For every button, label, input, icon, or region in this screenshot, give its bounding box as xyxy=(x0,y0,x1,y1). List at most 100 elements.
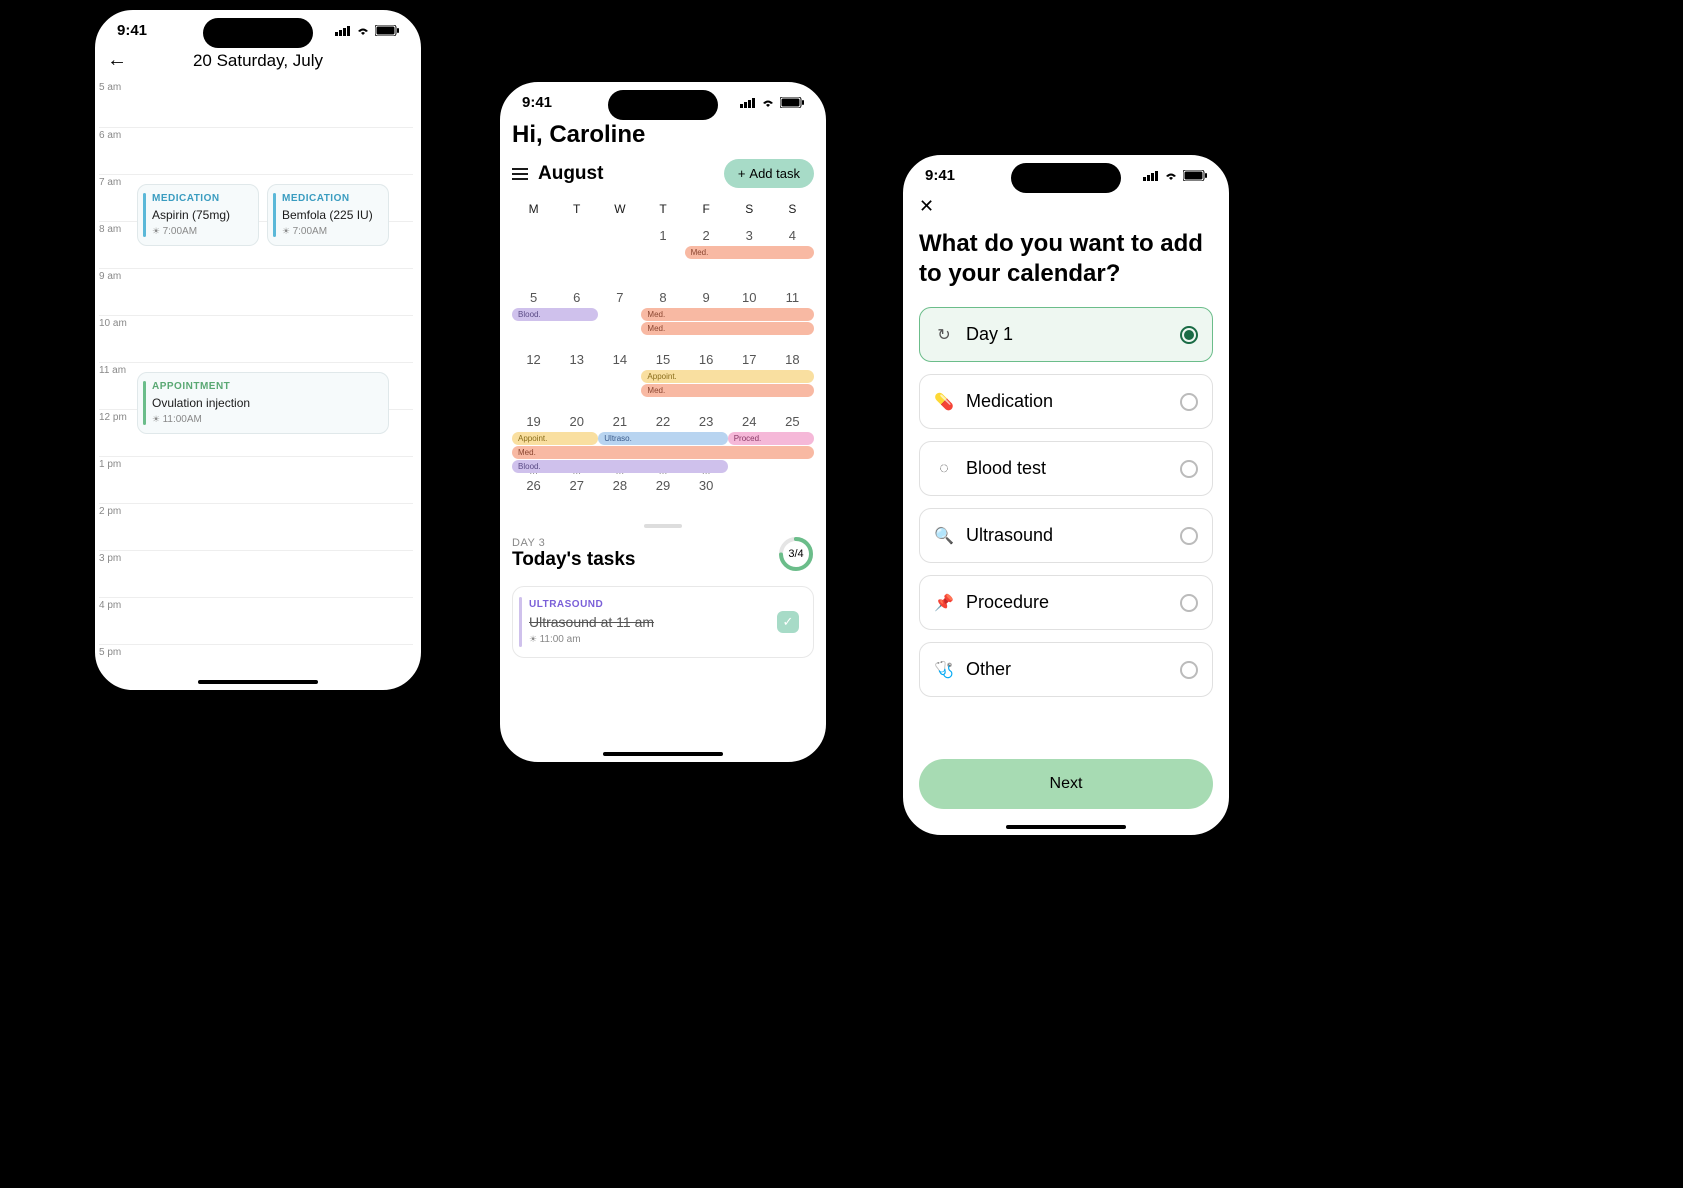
calendar-day[interactable]: 14 xyxy=(598,352,641,412)
calendar-day[interactable]: 12 xyxy=(512,352,555,412)
calendar-day[interactable]: 27 xyxy=(555,478,598,514)
calendar-day[interactable]: 5 xyxy=(512,290,555,350)
option-icon: 📌 xyxy=(934,593,954,613)
option-label: Procedure xyxy=(966,592,1049,613)
option-label: Day 1 xyxy=(966,324,1013,345)
radio-icon xyxy=(1180,326,1198,344)
calendar-day[interactable]: 3 xyxy=(728,228,771,288)
option-procedure[interactable]: 📌 Procedure xyxy=(919,575,1213,630)
calendar-day[interactable]: 25 xyxy=(771,414,814,474)
hour-label: 7 am xyxy=(99,175,135,188)
calendar-day[interactable]: 18 xyxy=(771,352,814,412)
dow: S xyxy=(728,202,771,226)
calendar-day[interactable]: 22 xyxy=(641,414,684,474)
calendar-day[interactable]: 29 xyxy=(641,478,684,514)
calendar-day[interactable]: 21 xyxy=(598,414,641,474)
calendar-week: 2627282930 xyxy=(512,478,814,514)
month-label[interactable]: August xyxy=(538,163,603,185)
dow: M xyxy=(512,202,555,226)
calendar-week: 567891011Blood.Med.Med. xyxy=(512,290,814,350)
option-blood-test[interactable]: ◌ Blood test xyxy=(919,441,1213,496)
option-icon: 🩺 xyxy=(934,660,954,680)
hour-label: 10 am xyxy=(99,316,135,329)
status-time: 9:41 xyxy=(117,22,147,39)
notch xyxy=(608,90,718,120)
hour-label: 1 pm xyxy=(99,457,135,470)
calendar-day[interactable]: 9 xyxy=(685,290,728,350)
task-checkbox[interactable]: ✓ xyxy=(777,611,799,633)
option-day-1[interactable]: ↻ Day 1 xyxy=(919,307,1213,362)
hour-label: 4 pm xyxy=(99,598,135,611)
calendar-day[interactable]: 24 xyxy=(728,414,771,474)
calendar-day[interactable]: 30 xyxy=(685,478,728,514)
calendar-day[interactable]: 26 xyxy=(512,478,555,514)
event-tag: MEDICATION xyxy=(282,193,378,204)
task-tag: ULTRASOUND xyxy=(529,599,654,610)
hour-label: 2 pm xyxy=(99,504,135,517)
calendar-week: 12131415161718Appoint.Med. xyxy=(512,352,814,412)
close-icon[interactable]: ✕ xyxy=(919,196,934,217)
calendar-day[interactable]: 28 xyxy=(598,478,641,514)
calendar-day[interactable]: 8 xyxy=(641,290,684,350)
dow: T xyxy=(555,202,598,226)
calendar-day[interactable]: 23 xyxy=(685,414,728,474)
calendar-day[interactable]: 16 xyxy=(685,352,728,412)
radio-icon xyxy=(1180,460,1198,478)
calendar-day xyxy=(771,478,814,514)
option-other[interactable]: 🩺 Other xyxy=(919,642,1213,697)
task-card[interactable]: ULTRASOUND Ultrasound at 11 am 11:00 am … xyxy=(512,586,814,658)
option-list: ↻ Day 1 💊 Medication ◌ Blood test 🔍 Ultr… xyxy=(919,307,1213,697)
tasks-title: Today's tasks xyxy=(512,549,636,571)
calendar-day[interactable]: 4 xyxy=(771,228,814,288)
event-title: Ovulation injection xyxy=(152,396,378,410)
calendar-day[interactable]: 11 xyxy=(771,290,814,350)
option-icon: 🔍 xyxy=(934,526,954,546)
option-icon: ↻ xyxy=(934,325,954,345)
signal-icon xyxy=(335,25,351,36)
calendar-day[interactable]: 17 xyxy=(728,352,771,412)
next-button[interactable]: Next xyxy=(919,759,1213,809)
event-title: Bemfola (225 IU) xyxy=(282,208,378,222)
drag-handle[interactable] xyxy=(644,524,682,528)
status-time: 9:41 xyxy=(925,167,955,184)
hour-label: 3 pm xyxy=(99,551,135,564)
day-label: DAY 3 xyxy=(512,537,636,549)
calendar-grid[interactable]: 1234Med.567891011Blood.Med.Med.121314151… xyxy=(512,228,814,514)
calendar-day xyxy=(512,228,555,288)
option-medication[interactable]: 💊 Medication xyxy=(919,374,1213,429)
signal-icon xyxy=(1143,170,1159,181)
calendar-day[interactable]: 7 xyxy=(598,290,641,350)
calendar-day[interactable]: 15 xyxy=(641,352,684,412)
calendar-dow-row: M T W T F S S xyxy=(512,202,814,226)
day-title: 20 Saturday, July xyxy=(143,51,373,71)
event-card-medication[interactable]: MEDICATION Bemfola (225 IU) 7:00AM xyxy=(267,184,389,246)
calendar-day[interactable]: 1 xyxy=(641,228,684,288)
calendar-day[interactable]: 13 xyxy=(555,352,598,412)
timeline[interactable]: 5 am 6 am 7 am 8 am 9 am 10 am 11 am 12 … xyxy=(95,80,421,691)
hour-label: 5 am xyxy=(99,80,135,93)
option-ultrasound[interactable]: 🔍 Ultrasound xyxy=(919,508,1213,563)
event-card-medication[interactable]: MEDICATION Aspirin (75mg) 7:00AM xyxy=(137,184,259,246)
home-indicator xyxy=(1006,825,1126,829)
option-icon: 💊 xyxy=(934,392,954,412)
calendar-day[interactable]: 20 xyxy=(555,414,598,474)
calendar-day[interactable]: 6 xyxy=(555,290,598,350)
add-task-button[interactable]: + Add task xyxy=(724,159,814,188)
radio-icon xyxy=(1180,594,1198,612)
signal-icon xyxy=(740,97,756,108)
wifi-icon xyxy=(1163,170,1179,181)
calendar-week: 19202122232425Appoint.Ultraso.Proced.Med… xyxy=(512,414,814,474)
event-card-appointment[interactable]: APPOINTMENT Ovulation injection 11:00AM xyxy=(137,372,389,434)
notch xyxy=(203,18,313,48)
progress-ring: 3/4 xyxy=(778,536,814,572)
calendar-day[interactable]: 10 xyxy=(728,290,771,350)
dow: F xyxy=(685,202,728,226)
battery-icon xyxy=(1183,170,1207,181)
calendar-day xyxy=(598,228,641,288)
calendar-day[interactable]: 19 xyxy=(512,414,555,474)
greeting: Hi, Caroline xyxy=(512,121,814,149)
calendar-day[interactable]: 2 xyxy=(685,228,728,288)
menu-icon[interactable] xyxy=(512,168,528,180)
back-arrow-icon[interactable]: ← xyxy=(107,49,131,72)
radio-icon xyxy=(1180,393,1198,411)
